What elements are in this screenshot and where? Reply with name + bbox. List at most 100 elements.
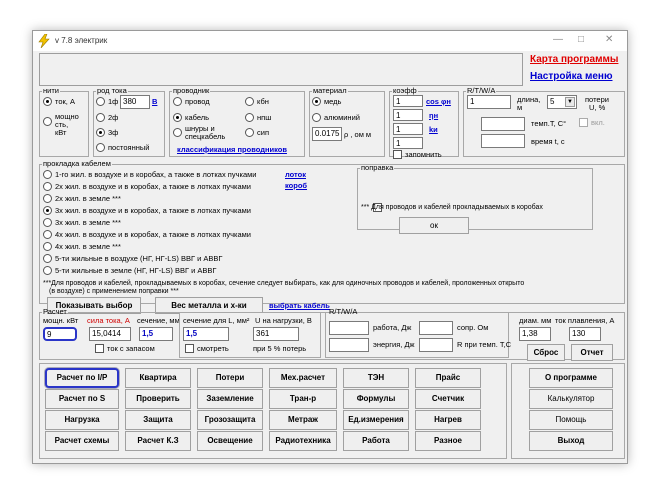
units-button[interactable]: Ед.измерения (343, 410, 409, 430)
npsh-radio[interactable] (245, 113, 254, 122)
calc-ip-button[interactable]: Расчет по I/P (45, 368, 119, 388)
cos-phi-input[interactable]: 1 (393, 95, 423, 107)
misc-button[interactable]: Разное (415, 431, 481, 451)
power-label: мощн. кВт (43, 316, 79, 325)
laying-opt-3-radio[interactable] (43, 194, 52, 203)
power-input[interactable]: 9 (43, 327, 77, 341)
rho-input[interactable]: 0.0175 (312, 127, 342, 141)
npsh-label: нпш (257, 113, 272, 122)
section-value[interactable]: 1,5 (139, 327, 173, 341)
sip-radio[interactable] (245, 128, 254, 137)
time-label: время t, с (531, 137, 565, 146)
exit-button[interactable]: Выход (529, 431, 613, 451)
laying-opt-1-radio[interactable] (43, 170, 52, 179)
check-button[interactable]: Проверить (125, 389, 191, 409)
cable-radio[interactable] (173, 113, 182, 122)
ok-button[interactable]: ок (399, 217, 469, 234)
laying-opt-2-label: 2х жил. в воздухе и в коробах, а также в… (55, 182, 251, 191)
laying-opt-4-radio[interactable] (43, 206, 52, 215)
calculator-button[interactable]: Калькулятор (529, 389, 613, 409)
laying-opt-7-radio[interactable] (43, 242, 52, 251)
rtemp-input[interactable] (419, 338, 453, 352)
heating-button[interactable]: Нагрев (415, 410, 481, 430)
report-button[interactable]: Отчет (571, 344, 613, 361)
threads-power-radio[interactable] (43, 117, 52, 126)
cos-phi-link[interactable]: cos φн (426, 97, 451, 106)
lightning-button[interactable]: Грозозащита (197, 410, 263, 430)
price-button[interactable]: Прайс (415, 368, 481, 388)
temp-input[interactable] (481, 117, 525, 131)
transformer-button[interactable]: Тран-р (269, 389, 337, 409)
view-checkbox[interactable] (185, 344, 194, 353)
energy-input[interactable] (329, 338, 369, 352)
mech-calc-button[interactable]: Мех.расчет (269, 368, 337, 388)
metrage-button[interactable]: Метраж (269, 410, 337, 430)
wire-radio[interactable] (173, 97, 182, 106)
remember-checkbox[interactable] (393, 150, 402, 159)
cords-radio[interactable] (173, 128, 182, 137)
about-button[interactable]: О программе (529, 368, 613, 388)
radio-button[interactable]: Радиотехника (269, 431, 337, 451)
correction-group: поправка (357, 164, 593, 230)
current-value[interactable]: 15,0414 (89, 327, 131, 341)
diam-label: диам. мм (519, 316, 552, 325)
time-input[interactable] (481, 134, 525, 148)
laying-opt-6-radio[interactable] (43, 230, 52, 239)
laying-opt-2-radio[interactable] (43, 182, 52, 191)
reset-button[interactable]: Сброс (527, 344, 565, 361)
losses-button[interactable]: Потери (197, 368, 263, 388)
voltage-unit-link[interactable]: В (152, 97, 157, 106)
minimize-button[interactable]: — (553, 34, 563, 45)
correction-legend: поправка (361, 163, 394, 172)
phase1-radio[interactable] (96, 97, 105, 106)
length-input[interactable]: 1 (467, 95, 511, 109)
reserve-checkbox[interactable] (95, 344, 104, 353)
conductor-classification-link[interactable]: классификация проводников (177, 145, 287, 154)
protection-button[interactable]: Защита (125, 410, 191, 430)
u-load-value[interactable]: 361 (253, 327, 299, 341)
lighting-button[interactable]: Освещение (197, 431, 263, 451)
grounding-button[interactable]: Заземление (197, 389, 263, 409)
tray-link[interactable]: лоток (285, 170, 306, 179)
kbn-radio[interactable] (245, 97, 254, 106)
formulas-button[interactable]: Формулы (343, 389, 409, 409)
laying-opt-5-radio[interactable] (43, 218, 52, 227)
program-map-link[interactable]: Карта программы (530, 54, 618, 65)
melt-value[interactable]: 130 (569, 327, 601, 341)
calc-scheme-button[interactable]: Расчет схемы (45, 431, 119, 451)
incl-checkbox[interactable] (579, 118, 588, 127)
ki-link[interactable]: kи (429, 125, 438, 134)
aluminium-radio[interactable] (312, 113, 321, 122)
diam-value[interactable]: 1,38 (519, 327, 551, 341)
box-link[interactable]: короб (285, 181, 307, 190)
voltage-input[interactable]: 380 (120, 95, 150, 109)
phase2-label: 2ф (108, 113, 119, 122)
meter-button[interactable]: Счетчик (415, 389, 481, 409)
threads-current-radio[interactable] (43, 97, 52, 106)
ten-button[interactable]: ТЭН (343, 368, 409, 388)
laying-opt-8-radio[interactable] (43, 254, 52, 263)
ki-input[interactable]: 1 (393, 123, 423, 135)
help-button[interactable]: Помощь (529, 410, 613, 430)
resist-input[interactable] (419, 321, 453, 335)
coef4-input[interactable]: 1 (393, 137, 423, 149)
dc-radio[interactable] (96, 143, 105, 152)
loss-dropdown[interactable]: 5 ▼ (547, 95, 577, 109)
calc-s-button[interactable]: Расчет по S (45, 389, 119, 409)
close-button[interactable]: ✕ (605, 34, 613, 45)
section-L-value[interactable]: 1,5 (183, 327, 229, 341)
maximize-button[interactable]: □ (578, 34, 584, 45)
window-title: v 7.8 электрик (55, 36, 108, 45)
copper-radio[interactable] (312, 97, 321, 106)
work-button[interactable]: Работа (343, 431, 409, 451)
apartment-button[interactable]: Квартира (125, 368, 191, 388)
phase3-radio[interactable] (96, 128, 105, 137)
load-button[interactable]: Нагрузка (45, 410, 119, 430)
eta-input[interactable]: 1 (393, 109, 423, 121)
eta-link[interactable]: ηн (429, 111, 438, 120)
short-circuit-button[interactable]: Расчет К.З (125, 431, 191, 451)
menu-settings-link[interactable]: Настройка меню (530, 71, 613, 82)
laying-opt-9-radio[interactable] (43, 266, 52, 275)
work-input[interactable] (329, 321, 369, 335)
phase2-radio[interactable] (96, 113, 105, 122)
